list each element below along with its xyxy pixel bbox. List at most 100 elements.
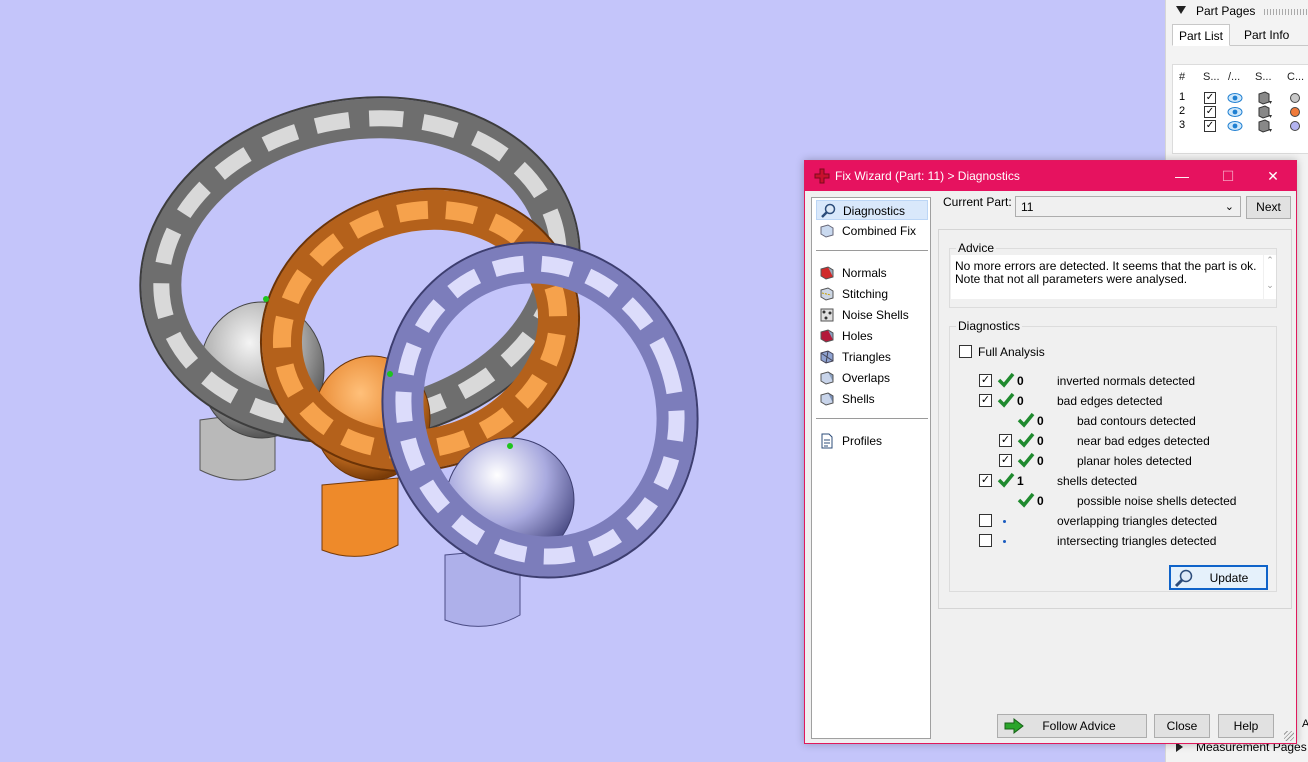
tab-part-info[interactable]: Part Info bbox=[1238, 24, 1295, 46]
nav-item-holes[interactable]: Holes bbox=[816, 326, 928, 346]
diag-checkbox-inverted-normals[interactable]: ✓ bbox=[979, 374, 992, 387]
current-part-select[interactable]: 11 ⌄ bbox=[1015, 196, 1241, 217]
column-header[interactable]: /... bbox=[1228, 71, 1240, 83]
diag-checkbox-intersecting-triangles[interactable] bbox=[979, 534, 992, 547]
green-check-icon bbox=[997, 372, 1015, 388]
nav-label: Profiles bbox=[842, 434, 883, 448]
diag-count: 0 bbox=[1017, 394, 1024, 408]
diag-count: 0 bbox=[1037, 494, 1044, 508]
close-button[interactable]: Close bbox=[1154, 714, 1210, 738]
next-button[interactable]: Next bbox=[1246, 196, 1291, 219]
diag-checkbox-bad-edges[interactable]: ✓ bbox=[979, 394, 992, 407]
drag-handle[interactable] bbox=[1264, 9, 1308, 15]
wizard-nav-list: Diagnostics Combined Fix Normals Stitchi… bbox=[811, 197, 931, 739]
column-header[interactable]: S... bbox=[1203, 71, 1220, 83]
nav-label: Normals bbox=[842, 266, 887, 280]
magnifier-icon bbox=[1174, 569, 1193, 588]
diag-checkbox-planar-holes[interactable]: ✓ bbox=[999, 454, 1012, 467]
normals-icon bbox=[820, 266, 834, 280]
diag-label: planar holes detected bbox=[1077, 454, 1192, 468]
nav-label: Triangles bbox=[842, 350, 891, 364]
nav-item-normals[interactable]: Normals bbox=[816, 263, 928, 283]
column-header[interactable]: C... bbox=[1287, 71, 1304, 83]
nav-item-triangles[interactable]: Triangles bbox=[816, 347, 928, 367]
part-pages-header[interactable]: Part Pages bbox=[1176, 4, 1308, 20]
fix-wizard-cross-icon bbox=[814, 168, 830, 184]
diag-label: bad contours detected bbox=[1077, 414, 1196, 428]
follow-advice-button[interactable]: Follow Advice bbox=[997, 714, 1147, 738]
scroll-up-icon[interactable]: ⌃ bbox=[1264, 255, 1276, 266]
advice-scrollbar[interactable]: ⌃ ⌄ bbox=[1264, 255, 1276, 299]
advice-group: Advice No more errors are detected. It s… bbox=[949, 241, 1277, 308]
holes-icon bbox=[820, 329, 834, 343]
visibility-eye-icon[interactable] bbox=[1227, 92, 1243, 104]
current-part-value: 11 bbox=[1021, 200, 1034, 214]
solid-display-icon[interactable] bbox=[1257, 105, 1273, 119]
solid-display-icon[interactable] bbox=[1257, 91, 1273, 105]
chevron-down-icon: ⌄ bbox=[1224, 201, 1234, 213]
collapse-triangle-icon bbox=[1176, 6, 1186, 14]
nav-label: Stitching bbox=[842, 287, 889, 301]
dialog-titlebar[interactable]: Fix Wizard (Part: 11) > Diagnostics — ☐ … bbox=[805, 161, 1296, 191]
nav-item-combined-fix[interactable]: Combined Fix bbox=[816, 221, 928, 241]
green-check-icon bbox=[1017, 452, 1035, 468]
diag-count: 0 bbox=[1037, 414, 1044, 428]
select-checkbox[interactable]: ✓ bbox=[1204, 120, 1216, 132]
nav-item-shells[interactable]: Shells bbox=[816, 389, 928, 409]
visibility-eye-icon[interactable] bbox=[1227, 120, 1243, 132]
dialog-title: Fix Wizard (Part: 11) > Diagnostics bbox=[835, 169, 1020, 183]
nav-item-overlaps[interactable]: Overlaps bbox=[816, 368, 928, 388]
diag-count: 0 bbox=[1017, 374, 1024, 388]
table-row[interactable]: 3 ✓ bbox=[1173, 119, 1308, 133]
column-header[interactable]: # bbox=[1179, 71, 1185, 83]
maximize-button[interactable]: ☐ bbox=[1205, 161, 1251, 191]
minimize-button[interactable]: — bbox=[1159, 161, 1205, 191]
diag-checkbox-overlapping-triangles[interactable] bbox=[979, 514, 992, 527]
advice-text-box[interactable]: No more errors are detected. It seems th… bbox=[951, 255, 1263, 299]
nav-label: Overlaps bbox=[842, 371, 891, 385]
current-part-label: Current Part: bbox=[943, 195, 1012, 209]
nav-item-noise-shells[interactable]: Noise Shells bbox=[816, 305, 928, 325]
color-swatch[interactable] bbox=[1290, 93, 1300, 103]
diag-label: inverted normals detected bbox=[1057, 374, 1196, 388]
resize-grip[interactable] bbox=[1284, 731, 1294, 741]
diag-checkbox-shells[interactable]: ✓ bbox=[979, 474, 992, 487]
follow-advice-label: Follow Advice bbox=[1042, 719, 1116, 733]
profiles-icon bbox=[821, 433, 833, 449]
diag-label: shells detected bbox=[1057, 474, 1138, 488]
update-label: Update bbox=[1209, 571, 1249, 585]
color-swatch[interactable] bbox=[1290, 121, 1300, 131]
green-check-icon bbox=[1017, 432, 1035, 448]
close-window-button[interactable]: ✕ bbox=[1250, 161, 1296, 191]
diag-checkbox-near-bad-edges[interactable]: ✓ bbox=[999, 434, 1012, 447]
nav-item-diagnostics[interactable]: Diagnostics bbox=[816, 200, 928, 220]
full-analysis-label: Full Analysis bbox=[978, 345, 1045, 359]
visibility-eye-icon[interactable] bbox=[1227, 106, 1243, 118]
select-checkbox[interactable]: ✓ bbox=[1204, 106, 1216, 118]
green-check-icon bbox=[1017, 492, 1035, 508]
diag-count: 0 bbox=[1037, 434, 1044, 448]
part-pages-tabs: Part List Part Info bbox=[1172, 24, 1308, 46]
status-dot-icon bbox=[1003, 540, 1006, 543]
nav-item-stitching[interactable]: Stitching bbox=[816, 284, 928, 304]
diag-label: overlapping triangles detected bbox=[1057, 514, 1218, 528]
green-marker bbox=[387, 371, 393, 377]
table-row[interactable]: 1 ✓ bbox=[1173, 91, 1308, 105]
green-check-icon bbox=[997, 472, 1015, 488]
help-button[interactable]: Help bbox=[1218, 714, 1274, 738]
full-analysis-checkbox[interactable] bbox=[959, 345, 972, 358]
color-swatch[interactable] bbox=[1290, 107, 1300, 117]
advice-line: Note that not all parameters were analys… bbox=[955, 272, 1188, 286]
scroll-down-icon[interactable]: ⌄ bbox=[1264, 280, 1276, 291]
solid-display-icon[interactable] bbox=[1257, 119, 1273, 133]
update-button[interactable]: Update bbox=[1169, 565, 1268, 590]
column-header[interactable]: S... bbox=[1255, 71, 1272, 83]
nav-label: Noise Shells bbox=[842, 308, 909, 322]
select-checkbox[interactable]: ✓ bbox=[1204, 92, 1216, 104]
table-row[interactable]: 2 ✓ bbox=[1173, 105, 1308, 119]
part-number: 2 bbox=[1179, 105, 1186, 117]
tab-part-list[interactable]: Part List bbox=[1172, 24, 1231, 46]
nav-item-profiles[interactable]: Profiles bbox=[816, 431, 928, 451]
advice-title: Advice bbox=[956, 241, 997, 255]
combined-fix-icon bbox=[820, 224, 834, 238]
